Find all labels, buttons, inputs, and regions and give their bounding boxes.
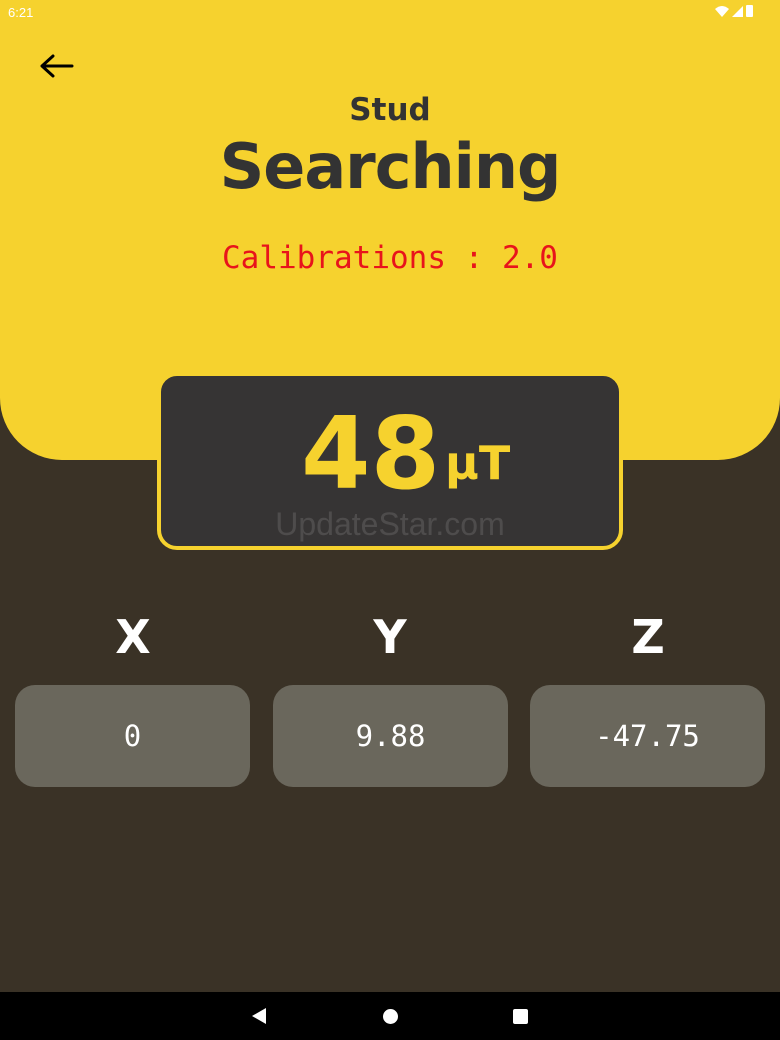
reading-value: 48 bbox=[301, 395, 441, 512]
status-bar: 6:21 bbox=[0, 0, 780, 24]
nav-home-button[interactable] bbox=[366, 992, 414, 1040]
battery-icon bbox=[746, 5, 753, 17]
axis-label-z: Z bbox=[631, 610, 665, 664]
axis-label-x: X bbox=[115, 610, 151, 664]
nav-recents-button[interactable] bbox=[496, 992, 544, 1040]
watermark: UpdateStar.com bbox=[275, 506, 505, 542]
title-small: Stud bbox=[349, 92, 431, 128]
reading-unit: µT bbox=[445, 436, 511, 490]
back-button[interactable] bbox=[32, 48, 80, 84]
signal-icon bbox=[732, 5, 743, 17]
axis-label-y: Y bbox=[373, 610, 407, 664]
back-nav-icon bbox=[252, 1008, 266, 1024]
page-title: Searching bbox=[219, 130, 562, 203]
status-time: 6:21 bbox=[8, 5, 34, 20]
wifi-icon bbox=[715, 5, 729, 17]
home-nav-icon bbox=[382, 1008, 398, 1024]
magnetic-reading-display: 48 µT UpdateStar.com bbox=[157, 372, 623, 550]
arrow-left-icon bbox=[40, 54, 74, 78]
status-icons bbox=[715, 5, 753, 17]
calibration-text: Calibrations : 2.0 bbox=[222, 240, 558, 276]
axis-value-y: 9.88 bbox=[273, 685, 508, 787]
navigation-bar bbox=[0, 992, 780, 1040]
nav-back-button[interactable] bbox=[235, 992, 283, 1040]
recents-nav-icon bbox=[512, 1008, 528, 1024]
axis-value-z: -47.75 bbox=[530, 685, 765, 787]
axis-value-x: 0 bbox=[15, 685, 250, 787]
